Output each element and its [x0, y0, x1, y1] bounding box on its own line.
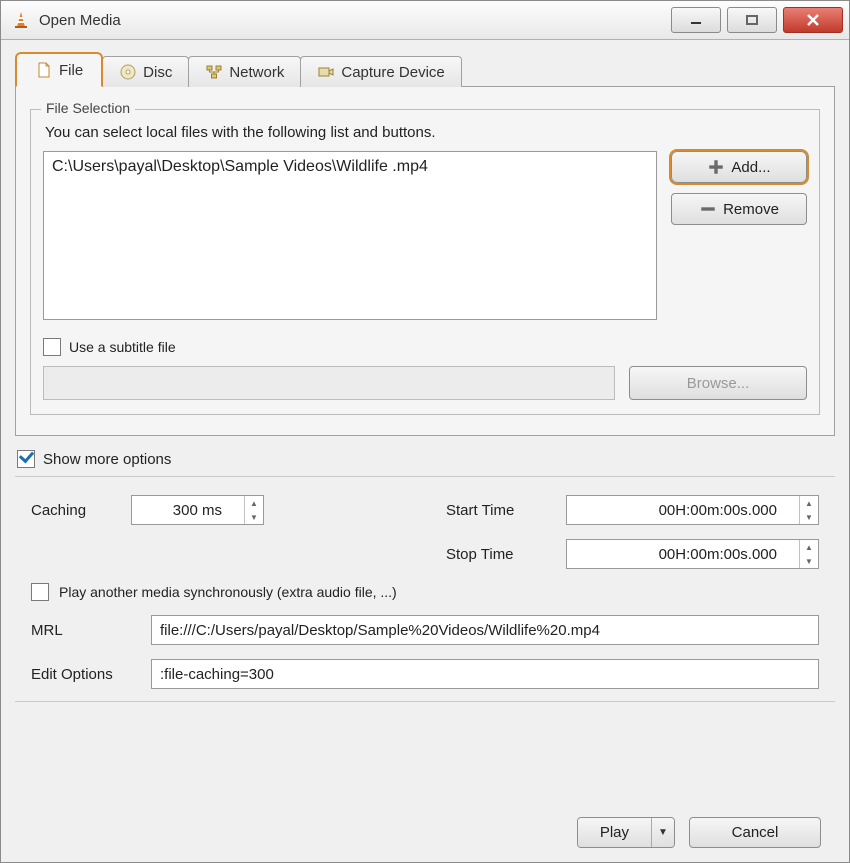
- subtitle-path-input: [43, 366, 615, 400]
- stop-time-spinbox[interactable]: 00H:00m:00s.000 ▲▼: [566, 539, 819, 569]
- browse-subtitle-button: Browse...: [629, 366, 807, 400]
- show-more-options-row: Show more options: [17, 450, 833, 468]
- advanced-options-panel: Caching 300 ms ▲▼ Start Time 00H:00m:00s…: [15, 476, 835, 702]
- chevron-up-icon[interactable]: ▲: [245, 496, 263, 510]
- tab-network[interactable]: Network: [188, 56, 301, 87]
- close-button[interactable]: [783, 7, 843, 33]
- caching-start-row: Caching 300 ms ▲▼ Start Time 00H:00m:00s…: [31, 495, 819, 525]
- chevron-down-icon[interactable]: ▼: [800, 510, 818, 524]
- tab-file[interactable]: File: [15, 52, 103, 87]
- stop-time-row: Stop Time 00H:00m:00s.000 ▲▼: [31, 539, 819, 569]
- window-title: Open Media: [39, 12, 121, 29]
- add-button-label: Add...: [731, 159, 770, 176]
- play-dropdown-toggle[interactable]: ▼: [651, 818, 674, 847]
- browse-label: Browse...: [687, 375, 750, 392]
- play-button-label: Play: [578, 818, 651, 847]
- minimize-icon: [689, 13, 703, 27]
- play-another-label: Play another media synchronously (extra …: [59, 584, 397, 600]
- use-subtitle-label: Use a subtitle file: [69, 339, 176, 355]
- dialog-footer: Play ▼ Cancel: [15, 801, 835, 848]
- cancel-button-label: Cancel: [732, 824, 779, 841]
- network-icon: [205, 63, 223, 81]
- chevron-down-icon[interactable]: ▼: [245, 510, 263, 524]
- spin-control[interactable]: ▲▼: [799, 496, 818, 524]
- caching-value: 300 ms: [132, 502, 244, 519]
- mrl-input[interactable]: file:///C:/Users/payal/Desktop/Sample%20…: [151, 615, 819, 645]
- tab-label: File: [59, 62, 83, 79]
- edit-options-row: Edit Options :file-caching=300: [31, 659, 819, 689]
- show-more-options-checkbox[interactable]: [17, 450, 35, 468]
- edit-options-label: Edit Options: [31, 666, 141, 683]
- tab-label: Disc: [143, 64, 172, 81]
- caching-label: Caching: [31, 502, 121, 519]
- start-time-spinbox[interactable]: 00H:00m:00s.000 ▲▼: [566, 495, 819, 525]
- chevron-up-icon[interactable]: ▲: [800, 496, 818, 510]
- use-subtitle-checkbox[interactable]: [43, 338, 61, 356]
- play-button[interactable]: Play ▼: [577, 817, 675, 848]
- tab-strip: File Disc Network Capture Device: [15, 48, 835, 86]
- tab-label: Capture Device: [341, 64, 444, 81]
- close-icon: [805, 12, 821, 28]
- chevron-down-icon[interactable]: ▼: [800, 554, 818, 568]
- capture-device-icon: [317, 63, 335, 81]
- chevron-down-icon: ▼: [658, 827, 668, 838]
- start-time-value: 00H:00m:00s.000: [567, 502, 799, 519]
- tab-disc[interactable]: Disc: [102, 56, 189, 87]
- file-selection-legend: File Selection: [41, 100, 135, 116]
- chevron-up-icon[interactable]: ▲: [800, 540, 818, 554]
- play-another-checkbox[interactable]: [31, 583, 49, 601]
- open-media-window: Open Media File: [0, 0, 850, 863]
- dialog-body: File Disc Network Capture Device: [1, 40, 849, 862]
- play-another-row: Play another media synchronously (extra …: [31, 583, 819, 601]
- plus-icon: [707, 158, 725, 176]
- spin-control[interactable]: ▲▼: [799, 540, 818, 568]
- maximize-button[interactable]: [727, 7, 777, 33]
- mrl-row: MRL file:///C:/Users/payal/Desktop/Sampl…: [31, 615, 819, 645]
- mrl-label: MRL: [31, 622, 141, 639]
- caching-spinbox[interactable]: 300 ms ▲▼: [131, 495, 264, 525]
- minus-icon: [699, 200, 717, 218]
- file-list-item[interactable]: C:\Users\payal\Desktop\Sample Videos\Wil…: [52, 158, 648, 176]
- file-buttons: Add... Remove: [671, 151, 807, 320]
- spin-control[interactable]: ▲▼: [244, 496, 263, 524]
- add-button[interactable]: Add...: [671, 151, 807, 183]
- file-list[interactable]: C:\Users\payal\Desktop\Sample Videos\Wil…: [43, 151, 657, 320]
- start-time-label: Start Time: [446, 502, 556, 519]
- minimize-button[interactable]: [671, 7, 721, 33]
- remove-button-label: Remove: [723, 201, 779, 218]
- stop-time-label: Stop Time: [446, 546, 556, 563]
- file-panel: File Selection You can select local file…: [15, 86, 835, 436]
- show-more-options-label: Show more options: [43, 451, 171, 468]
- file-icon: [35, 61, 53, 79]
- subtitle-line: Browse...: [43, 366, 807, 400]
- title-bar: Open Media: [1, 1, 849, 40]
- cancel-button[interactable]: Cancel: [689, 817, 821, 848]
- subtitle-row: Use a subtitle file: [43, 338, 807, 356]
- remove-button[interactable]: Remove: [671, 193, 807, 225]
- window-controls: [671, 7, 843, 33]
- stop-time-value: 00H:00m:00s.000: [567, 546, 799, 563]
- file-area: C:\Users\payal\Desktop\Sample Videos\Wil…: [43, 151, 807, 320]
- disc-icon: [119, 63, 137, 81]
- maximize-icon: [745, 13, 759, 27]
- tab-capture-device[interactable]: Capture Device: [300, 56, 461, 87]
- file-selection-hint: You can select local files with the foll…: [45, 124, 807, 141]
- tab-label: Network: [229, 64, 284, 81]
- vlc-cone-icon: [11, 10, 31, 30]
- edit-options-input[interactable]: :file-caching=300: [151, 659, 819, 689]
- file-selection-group: File Selection You can select local file…: [30, 109, 820, 415]
